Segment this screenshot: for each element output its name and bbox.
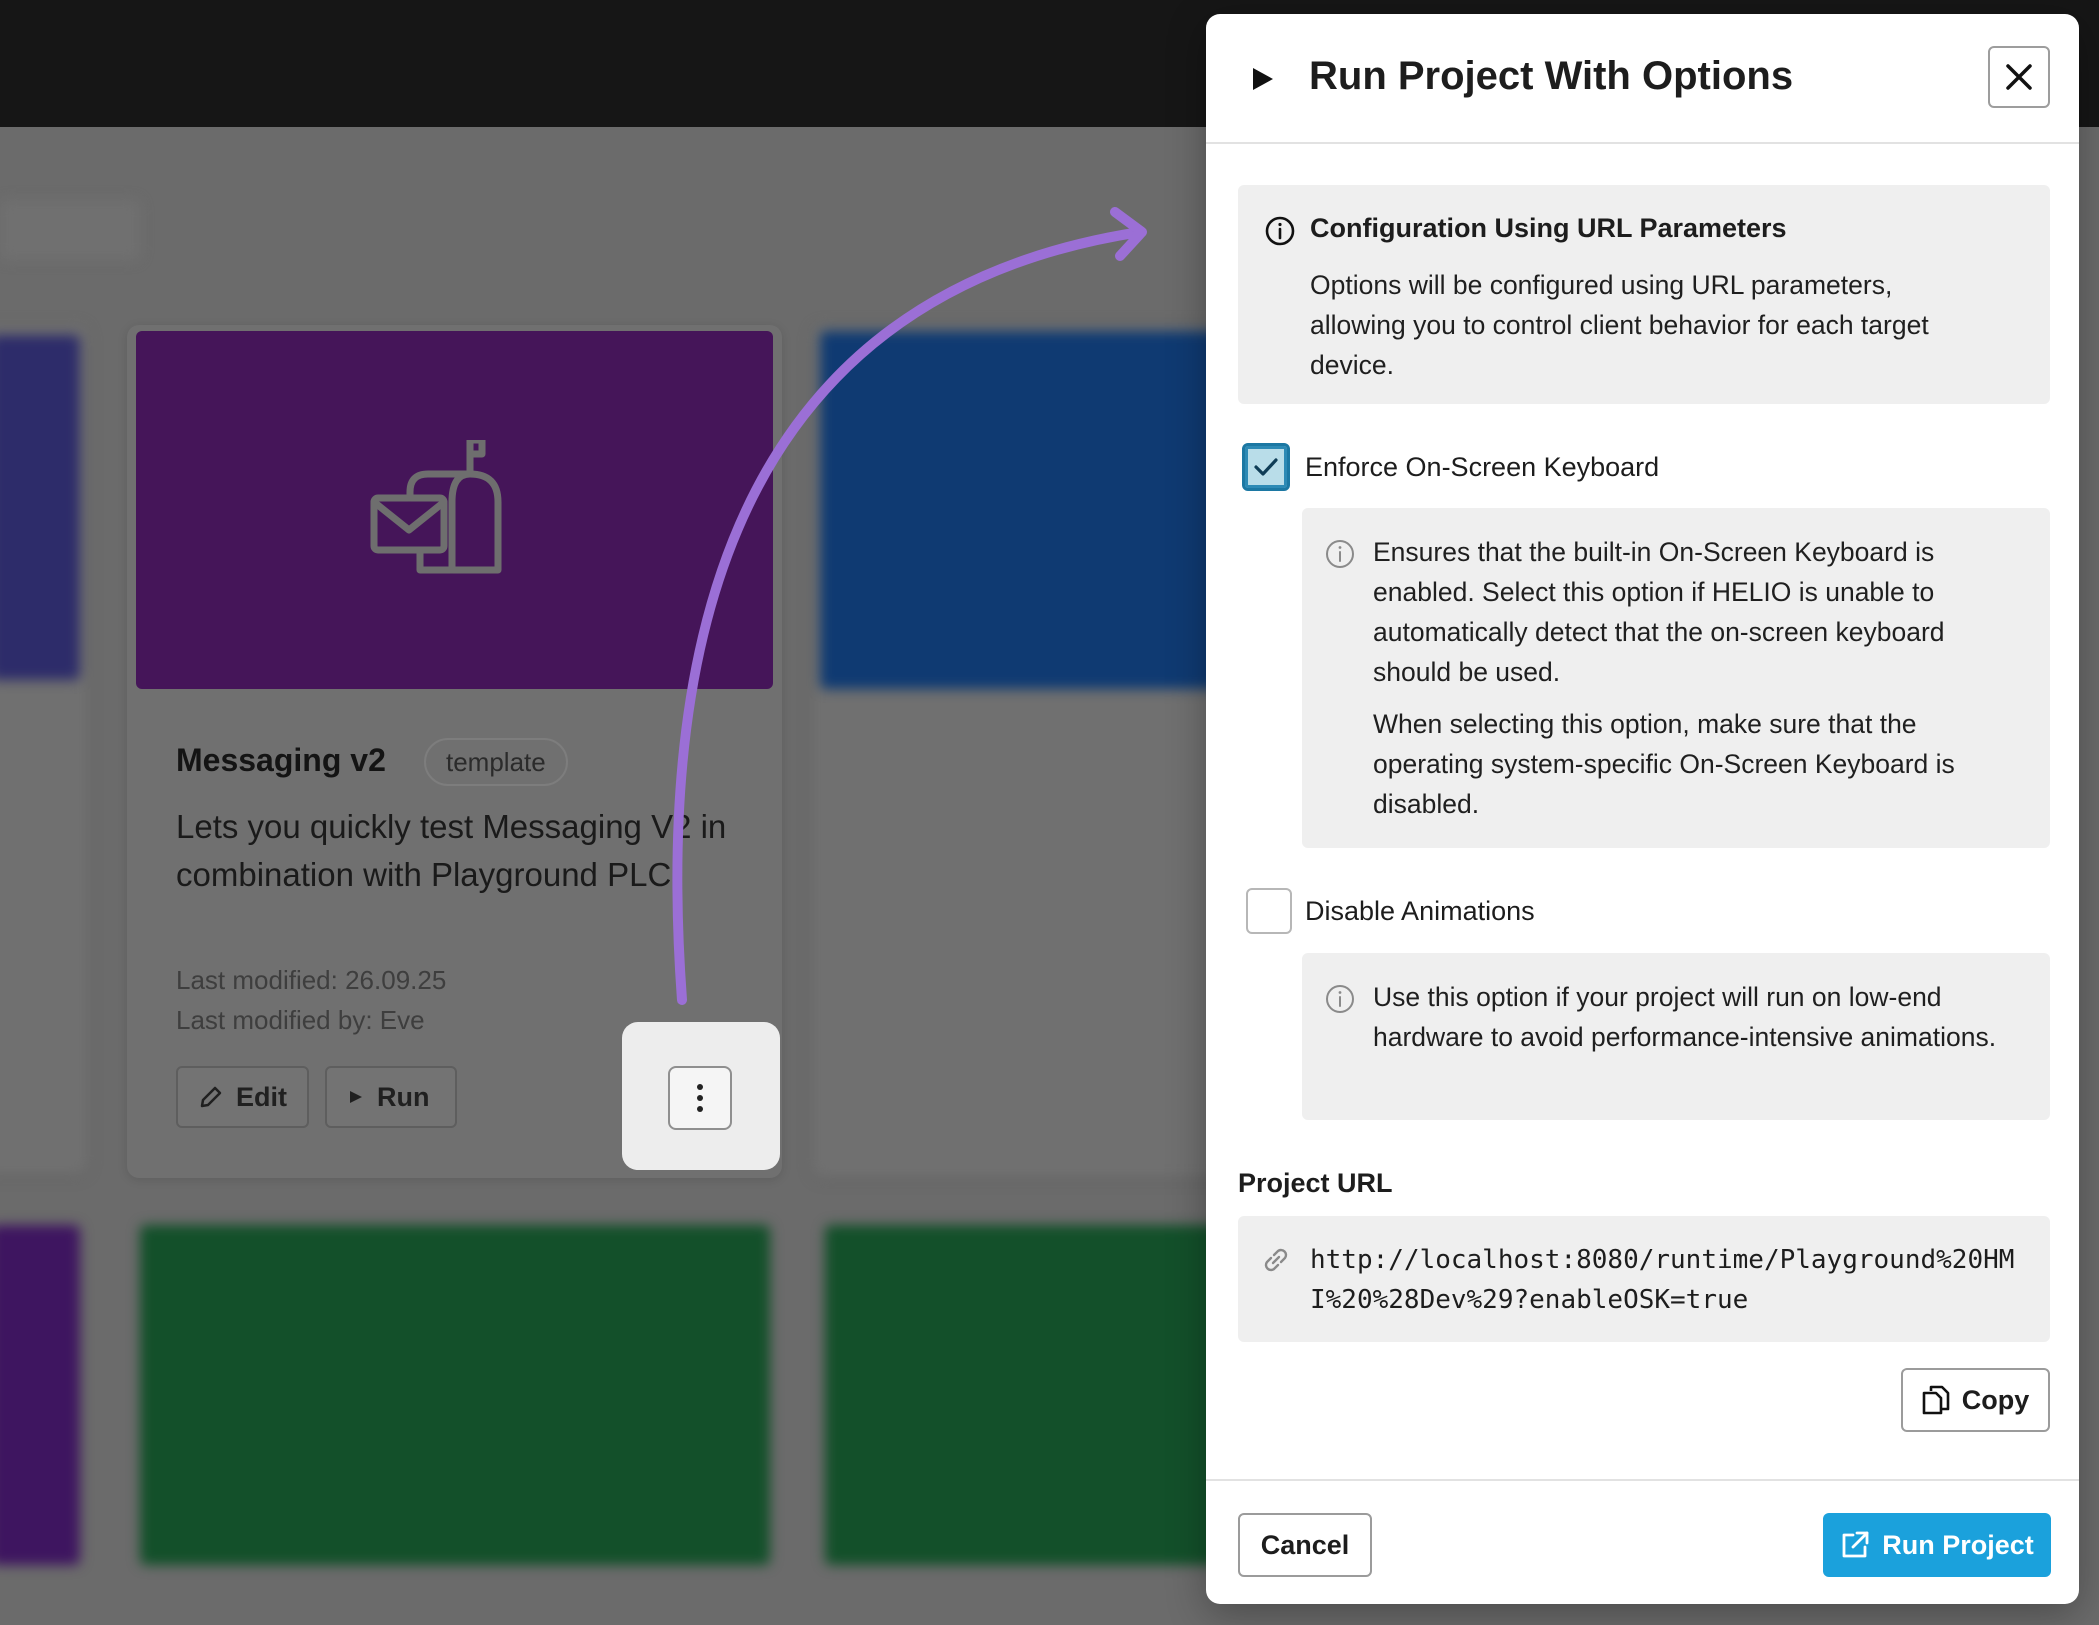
- help-paragraph: Use this option if your project will run…: [1373, 982, 1997, 1052]
- close-icon: [2006, 64, 2032, 90]
- project-thumbnail-right: [820, 331, 1220, 689]
- enforce-osk-help-text: Ensures that the built-in On-Screen Keyb…: [1373, 532, 2013, 824]
- run-project-label: Run Project: [1882, 1529, 2034, 1560]
- run-button[interactable]: Run: [325, 1066, 457, 1128]
- info-icon: [1326, 540, 1354, 568]
- disable-animations-help: Use this option if your project will run…: [1302, 953, 2050, 1120]
- modal-footer-divider: [1206, 1479, 2079, 1481]
- project-url-field[interactable]: http://localhost:8080/runtime/Playground…: [1238, 1216, 2050, 1342]
- help-paragraph: When selecting this option, make sure th…: [1373, 709, 1955, 819]
- last-modified-by: Last modified by: Eve: [176, 1005, 425, 1035]
- project-url-label: Project URL: [1238, 1168, 1393, 1198]
- url-parameters-info: Configuration Using URL Parameters Optio…: [1238, 185, 2050, 404]
- pencil-icon: [200, 1086, 222, 1108]
- enforce-osk-help: Ensures that the built-in On-Screen Keyb…: [1302, 508, 2050, 848]
- project-thumbnail-row2-left: [0, 1225, 80, 1565]
- project-url-text[interactable]: http://localhost:8080/runtime/Playground…: [1310, 1240, 2030, 1320]
- copy-icon: [1922, 1385, 1950, 1415]
- info-icon: [1326, 985, 1354, 1013]
- info-text: Options will be configured using URL par…: [1310, 270, 1929, 380]
- link-icon: [1264, 1248, 1288, 1272]
- project-thumbnail-left: [0, 335, 80, 680]
- disable-animations-label[interactable]: Disable Animations: [1305, 896, 1535, 927]
- toolbar-placeholder: [0, 200, 140, 260]
- run-project-button[interactable]: Run Project: [1823, 1513, 2051, 1577]
- mailbox-icon: [370, 440, 502, 574]
- copy-button[interactable]: Copy: [1901, 1368, 2050, 1432]
- modal-title: Run Project With Options: [1309, 54, 1794, 98]
- checkmark-icon: [1254, 458, 1278, 476]
- last-modified-date: Last modified: 26.09.25: [176, 965, 447, 995]
- project-card-meta: Last modified: 26.09.25 Last modified by…: [176, 960, 446, 1040]
- edit-button-label: Edit: [236, 1081, 287, 1112]
- disable-animations-help-text: Use this option if your project will run…: [1373, 977, 2013, 1057]
- external-link-icon: [1842, 1531, 1869, 1558]
- play-icon: [1253, 68, 1273, 90]
- project-card-description: Lets you quickly test Messaging V2 in co…: [176, 808, 727, 893]
- disable-animations-checkbox[interactable]: [1246, 888, 1292, 934]
- enforce-osk-checkbox[interactable]: [1242, 443, 1290, 491]
- kebab-menu-icon: [697, 1084, 703, 1112]
- info-icon: [1265, 216, 1295, 246]
- modal-header: Run Project With Options: [1206, 14, 2079, 144]
- more-options-button[interactable]: [668, 1066, 732, 1130]
- help-paragraph: Ensures that the built-in On-Screen Keyb…: [1373, 537, 1945, 687]
- edit-button[interactable]: Edit: [176, 1066, 309, 1128]
- enforce-osk-label[interactable]: Enforce On-Screen Keyboard: [1305, 452, 1659, 483]
- run-button-label: Run: [377, 1081, 430, 1112]
- project-thumbnail-row2-1: [140, 1225, 770, 1565]
- cancel-button[interactable]: Cancel: [1238, 1513, 1372, 1577]
- close-button[interactable]: [1988, 46, 2050, 108]
- template-badge: template: [424, 738, 568, 786]
- project-thumbnail-row2-2: [825, 1225, 1225, 1565]
- project-card-title: Messaging v2: [176, 742, 386, 778]
- info-title: Configuration Using URL Parameters: [1310, 213, 1787, 243]
- play-icon: [350, 1091, 362, 1103]
- copy-button-label: Copy: [1961, 1384, 2030, 1415]
